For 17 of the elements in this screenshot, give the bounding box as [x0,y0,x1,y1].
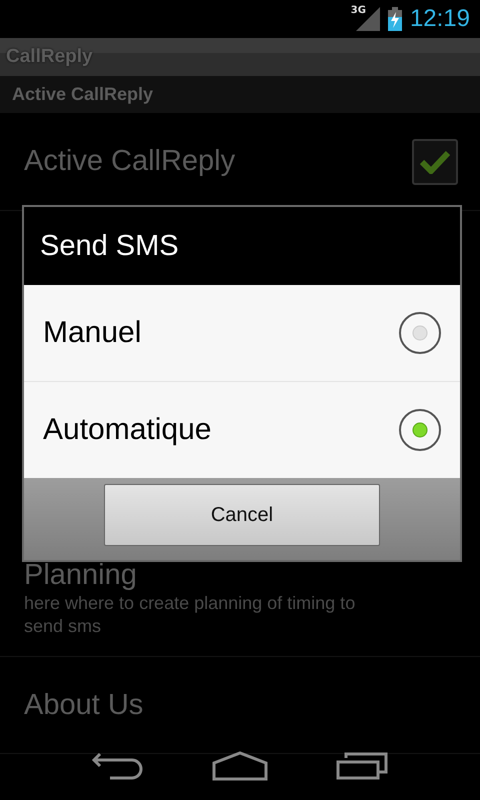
check-icon [420,150,450,174]
radio-icon[interactable] [398,408,442,452]
preference-summary: here where to create planning of timing to send sms [24,592,356,638]
preference-title: Active CallReply [24,145,236,178]
radio-option[interactable]: Manuel [24,285,460,382]
category-header: Active CallReply [12,84,154,105]
back-icon[interactable] [92,752,144,780]
clock: 12:19 [410,5,470,33]
radio-option[interactable]: Automatique [24,382,460,478]
checkbox[interactable] [412,138,458,184]
cancel-button[interactable]: Cancel [104,484,380,546]
battery-icon [388,7,402,31]
dialog-title: Send SMS [39,228,180,264]
network-type: 3G [350,5,366,16]
home-icon[interactable] [212,751,268,781]
recent-apps-icon[interactable] [336,752,388,780]
radio-icon[interactable] [398,311,442,355]
